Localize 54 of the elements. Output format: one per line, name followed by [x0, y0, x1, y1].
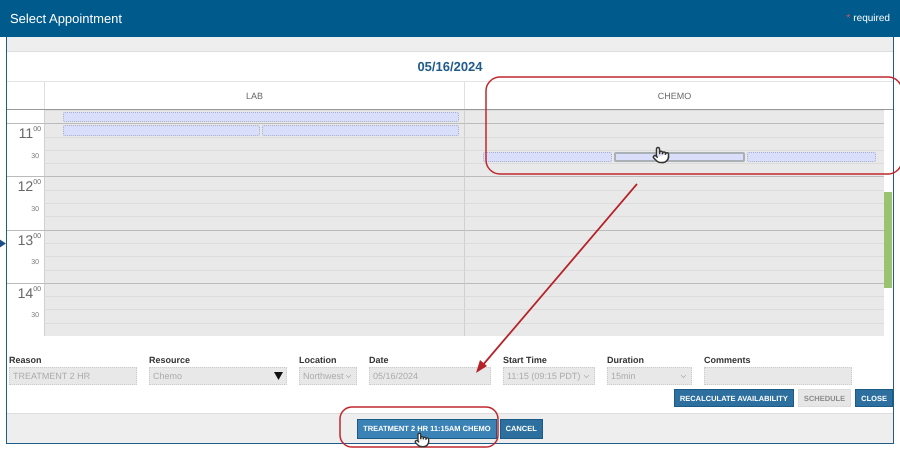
time-cell[interactable]	[464, 270, 884, 283]
field-label: Resource	[149, 355, 192, 365]
date-heading: 05/16/2024	[417, 59, 483, 74]
time-cell[interactable]	[464, 136, 884, 150]
time-cell[interactable]	[44, 136, 464, 150]
time-cell[interactable]	[464, 230, 884, 243]
time-cell[interactable]	[464, 296, 884, 310]
time-cell[interactable]	[44, 256, 464, 270]
time-cell[interactable]	[464, 309, 884, 323]
time-cell[interactable]	[464, 163, 884, 176]
hour-label: 11$^{00}$	[18, 126, 41, 140]
time-cell[interactable]	[44, 242, 464, 256]
hour-label: 14$^{00}$	[18, 286, 41, 300]
field-label: Start Time	[503, 355, 548, 365]
required-note: * required	[846, 13, 890, 24]
time-cell[interactable]	[44, 270, 464, 283]
time-cell[interactable]	[464, 203, 884, 216]
dropdown-arrow-icon	[274, 372, 283, 380]
time-cell[interactable]	[44, 163, 464, 176]
time-cell[interactable]	[464, 123, 884, 137]
column-header: LAB	[44, 82, 464, 109]
time-cell[interactable]	[44, 216, 464, 230]
field-label: Duration	[607, 355, 645, 365]
time-cell[interactable]	[464, 216, 884, 230]
column-header: CHEMO	[464, 82, 884, 109]
hour-label: 13$^{00}$	[18, 232, 41, 247]
time-cell[interactable]	[44, 150, 464, 164]
time-cell[interactable]	[44, 296, 464, 310]
hand-cursor-icon	[652, 146, 670, 164]
time-cell[interactable]	[464, 150, 884, 164]
time-cell[interactable]	[464, 190, 884, 204]
hand-cursor-icon	[414, 432, 430, 448]
time-cell[interactable]	[44, 190, 464, 204]
time-cell[interactable]	[44, 230, 464, 243]
time-slot[interactable]	[614, 152, 745, 162]
time-cell[interactable]	[44, 309, 464, 323]
time-cell[interactable]	[44, 110, 464, 124]
time-cell[interactable]	[464, 242, 884, 256]
time-cell[interactable]	[464, 322, 884, 336]
field-label: Reason	[9, 355, 43, 365]
time-cell[interactable]	[44, 282, 464, 296]
time-cell[interactable]	[464, 110, 884, 124]
time-cell[interactable]	[44, 176, 464, 190]
time-cell[interactable]	[464, 256, 884, 270]
time-cell[interactable]	[464, 176, 884, 190]
time-cell[interactable]	[44, 203, 464, 216]
time-cell[interactable]	[464, 282, 884, 296]
field-label: Date	[369, 355, 390, 365]
time-cell[interactable]	[44, 322, 464, 336]
hour-label: 12$^{00}$	[18, 179, 41, 194]
field-label: Comments	[704, 355, 752, 365]
scrollbar[interactable]	[884, 192, 892, 288]
window-title: Select Appointment	[10, 11, 122, 26]
field-label: Location	[299, 355, 338, 365]
